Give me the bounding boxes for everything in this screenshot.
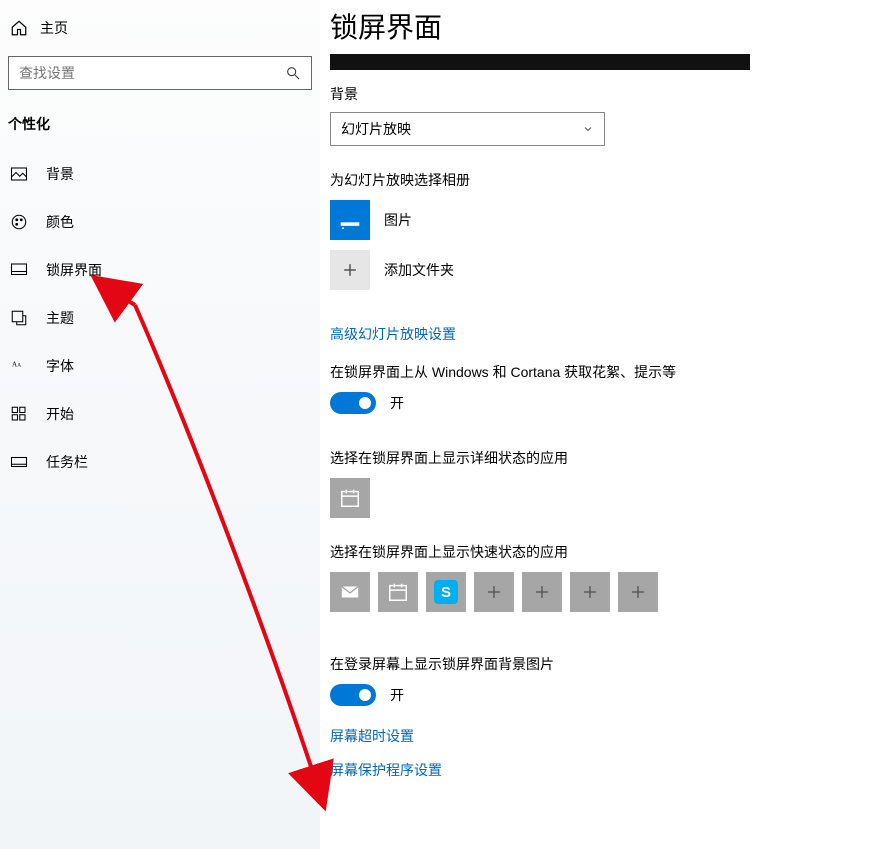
detailed-app-label: 选择在锁屏界面上显示详细状态的应用	[330, 448, 870, 468]
start-icon	[10, 405, 28, 423]
sidebar-item-taskbar[interactable]: 任务栏	[6, 440, 314, 484]
screensaver-link[interactable]: 屏幕保护程序设置	[330, 760, 442, 780]
home-button[interactable]: 主页	[6, 10, 314, 46]
section-title: 个性化	[6, 108, 314, 148]
quick-app-tile-add-2[interactable]	[522, 572, 562, 612]
login-bg-toggle[interactable]	[330, 684, 376, 706]
login-bg-label: 在登录屏幕上显示锁屏界面背景图片	[330, 654, 870, 674]
sidebar-item-background[interactable]: 背景	[6, 152, 314, 196]
album-add-label: 添加文件夹	[384, 260, 454, 280]
sidebar-item-themes[interactable]: 主题	[6, 296, 314, 340]
fonts-icon: AA	[10, 357, 28, 375]
quick-app-tile-mail[interactable]	[330, 572, 370, 612]
svg-text:A: A	[12, 361, 17, 369]
lockscreen-preview	[330, 54, 750, 70]
home-label: 主页	[40, 18, 68, 38]
chevron-down-icon	[582, 123, 594, 135]
themes-icon	[10, 309, 28, 327]
svg-text:A: A	[17, 363, 21, 369]
screen-timeout-link[interactable]: 屏幕超时设置	[330, 726, 414, 746]
picture-icon	[10, 165, 28, 183]
search-input-container[interactable]	[8, 56, 312, 90]
background-dropdown[interactable]: 幻灯片放映	[330, 112, 605, 146]
windows-cortana-label: 在锁屏界面上从 Windows 和 Cortana 获取花絮、提示等	[330, 362, 870, 382]
home-icon	[10, 19, 28, 37]
dropdown-value: 幻灯片放映	[341, 119, 411, 139]
sidebar-item-label: 开始	[46, 404, 74, 424]
search-icon	[285, 65, 301, 81]
background-label: 背景	[330, 84, 870, 104]
album-label: 为幻灯片放映选择相册	[330, 170, 870, 190]
sidebar-item-label: 背景	[46, 164, 74, 184]
palette-icon	[10, 213, 28, 231]
sidebar-item-fonts[interactable]: AA 字体	[6, 344, 314, 388]
pictures-folder-tile	[330, 200, 370, 240]
sidebar-item-colors[interactable]: 颜色	[6, 200, 314, 244]
quick-app-tile-add-4[interactable]	[618, 572, 658, 612]
page-title: 锁屏界面	[330, 6, 870, 46]
detailed-app-tile-calendar[interactable]	[330, 478, 370, 518]
skype-icon: S	[434, 580, 458, 604]
search-input[interactable]	[19, 65, 285, 81]
quick-app-tile-calendar[interactable]	[378, 572, 418, 612]
toggle-on-label: 开	[390, 393, 404, 413]
sidebar-item-label: 字体	[46, 356, 74, 376]
sidebar-item-label: 颜色	[46, 212, 74, 232]
album-add-row[interactable]: 添加文件夹	[330, 250, 870, 290]
quick-app-label: 选择在锁屏界面上显示快速状态的应用	[330, 542, 870, 562]
sidebar-item-start[interactable]: 开始	[6, 392, 314, 436]
sidebar-item-lockscreen[interactable]: 锁屏界面	[6, 248, 314, 292]
sidebar-item-label: 锁屏界面	[46, 260, 102, 280]
sidebar: 主页 个性化 背景 颜色 锁屏界面	[0, 0, 320, 849]
lockscreen-icon	[10, 261, 28, 279]
album-pictures-label: 图片	[384, 210, 412, 230]
quick-app-tile-add-3[interactable]	[570, 572, 610, 612]
windows-cortana-toggle[interactable]	[330, 392, 376, 414]
quick-app-tile-add-1[interactable]	[474, 572, 514, 612]
add-folder-tile[interactable]	[330, 250, 370, 290]
main-content: 锁屏界面 背景 幻灯片放映 为幻灯片放映选择相册 图片 添加文件夹 高级幻灯片放…	[320, 0, 880, 849]
sidebar-item-label: 任务栏	[46, 452, 88, 472]
taskbar-icon	[10, 453, 28, 471]
album-pictures-row[interactable]: 图片	[330, 200, 870, 240]
toggle-on-label-2: 开	[390, 685, 404, 705]
advanced-slideshow-link[interactable]: 高级幻灯片放映设置	[330, 324, 456, 344]
quick-app-tile-skype[interactable]: S	[426, 572, 466, 612]
sidebar-item-label: 主题	[46, 308, 74, 328]
